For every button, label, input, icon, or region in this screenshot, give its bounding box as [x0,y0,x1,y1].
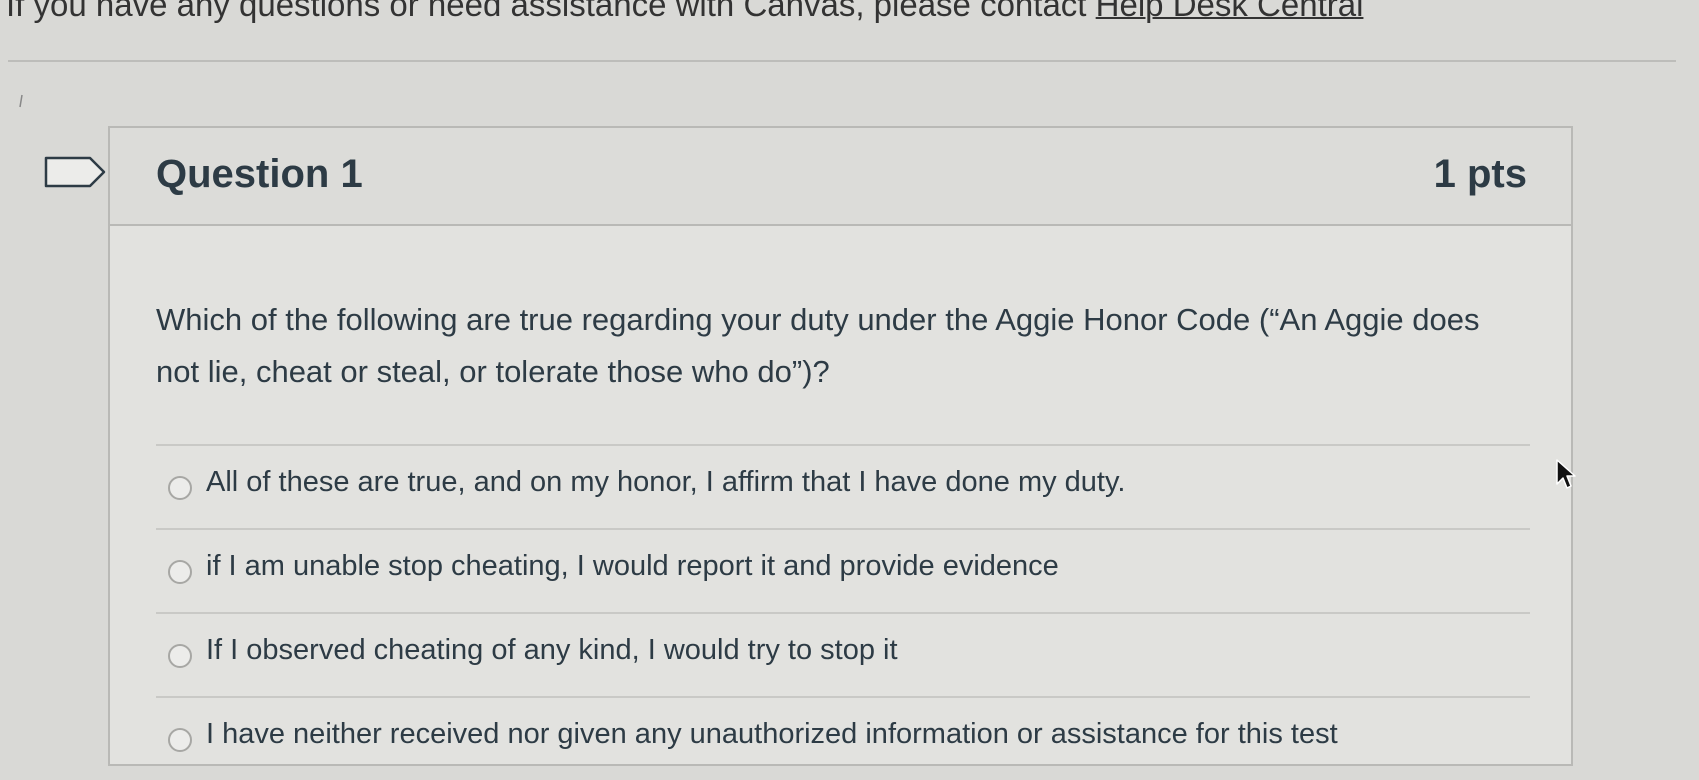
radio-button[interactable] [168,728,192,752]
answer-option[interactable]: If I observed cheating of any kind, I wo… [156,612,1530,696]
answer-list: All of these are true, and on my honor, … [156,444,1530,780]
radio-button[interactable] [168,476,192,500]
answer-label[interactable]: if I am unable stop cheating, I would re… [206,550,1059,583]
answer-option[interactable]: if I am unable stop cheating, I would re… [156,528,1530,612]
answer-option[interactable]: I have neither received nor given any un… [156,696,1530,780]
help-desk-link[interactable]: Help Desk Central [1096,0,1364,23]
answer-option[interactable]: All of these are true, and on my honor, … [156,444,1530,528]
answer-label[interactable]: I have neither received nor given any un… [206,718,1338,751]
radio-button[interactable] [168,560,192,584]
radio-button[interactable] [168,644,192,668]
question-text: Which of the following are true regardin… [156,302,1480,389]
answer-label[interactable]: All of these are true, and on my honor, … [206,466,1125,499]
divider [8,60,1676,62]
question-header: Question 1 1 pts [110,128,1571,226]
question-title: Question 1 [156,152,363,196]
question-points: 1 pts [1433,152,1527,196]
answer-label[interactable]: If I observed cheating of any kind, I wo… [206,634,898,667]
flag-question-icon[interactable] [44,156,106,188]
mouse-pointer-icon [1556,459,1576,489]
stray-mark-icon [19,94,23,108]
question-card: Question 1 1 pts Which of the following … [108,126,1573,766]
help-notice-text: If you have any questions or need assist… [6,0,1087,23]
help-notice: If you have any questions or need assist… [6,0,1363,24]
